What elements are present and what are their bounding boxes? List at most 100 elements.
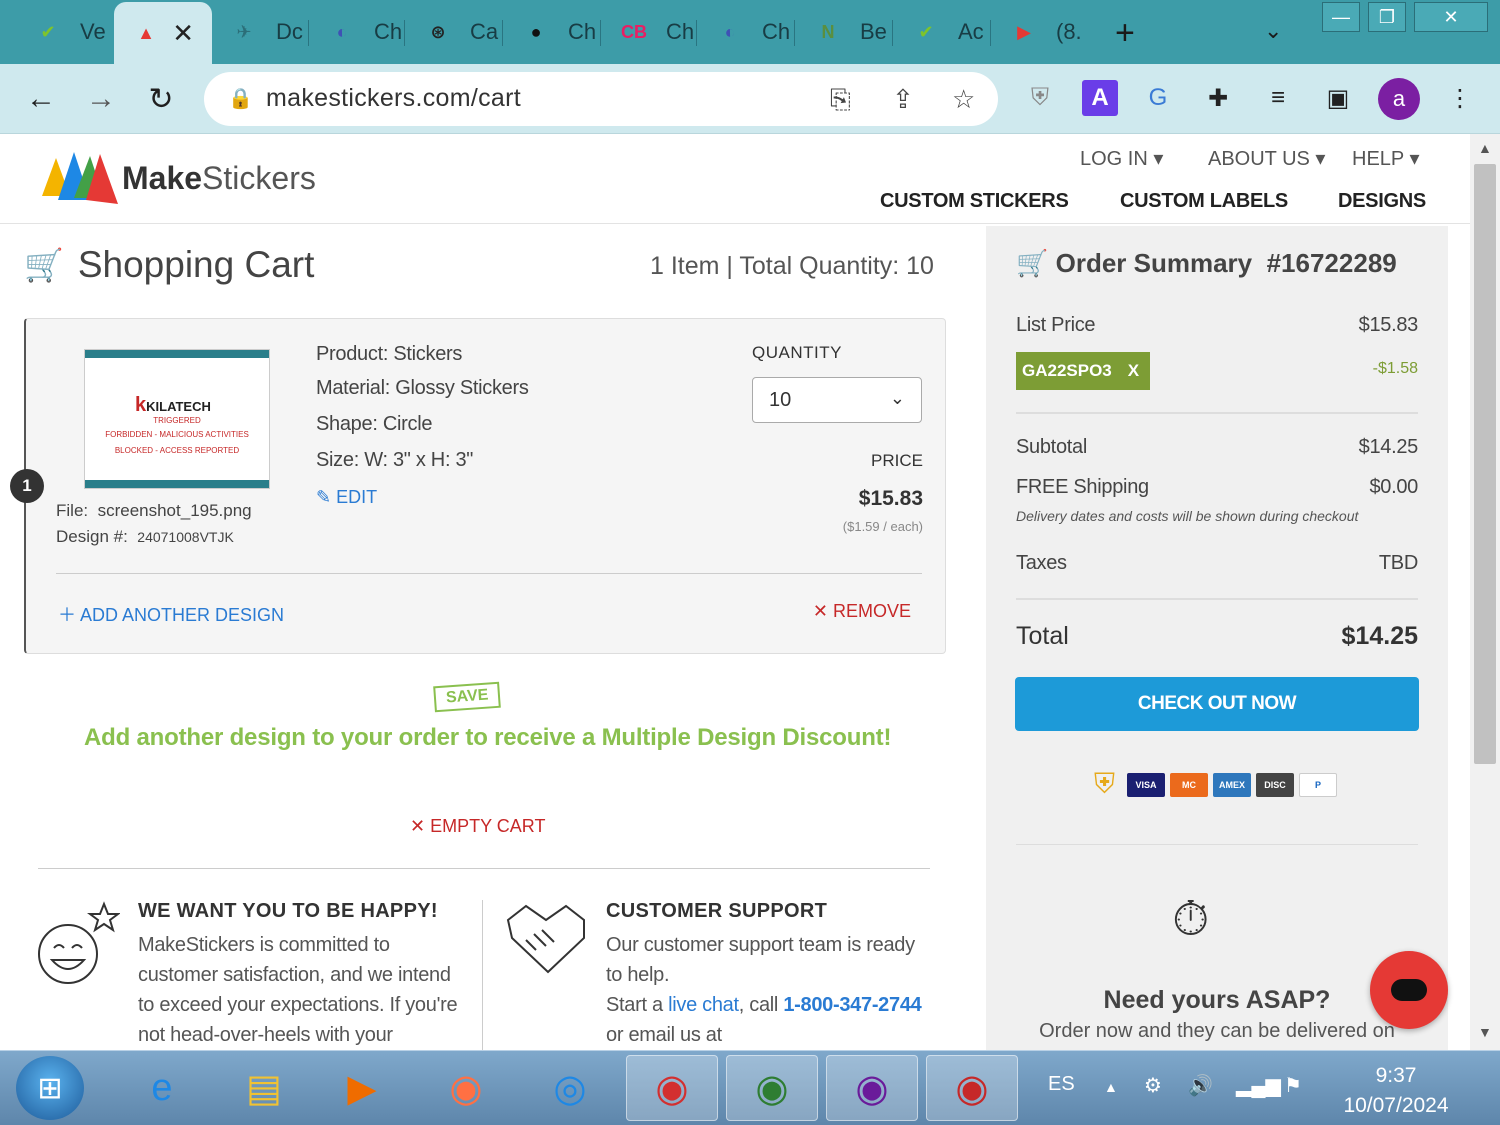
browser-tab[interactable]: ✔ Ac (894, 8, 990, 56)
phone-link[interactable]: 1-800-347-2744 (783, 994, 921, 1016)
network-error-icon[interactable]: ⚙ (1144, 1073, 1162, 1098)
secure-shield-icon: ⛨ (1094, 768, 1116, 799)
chrome-profile-f-icon[interactable]: ◉ (926, 1055, 1018, 1121)
live-chat-link[interactable]: live chat (668, 994, 739, 1016)
coupon-badge: GA22SPO3 X (1016, 352, 1150, 390)
file-explorer-icon[interactable]: ▤ (218, 1055, 310, 1121)
new-tab-button[interactable]: + (1115, 14, 1135, 53)
volume-icon[interactable]: 🔊 (1188, 1073, 1213, 1098)
payment-methods: ⛨ VISA MC AMEX DISC P (1094, 768, 1342, 801)
tab-title: Ca (470, 19, 499, 44)
address-bar[interactable]: 🔒 makestickers.com/cart ⎘ ⇪ ☆ (204, 72, 998, 126)
bookmark-star-icon[interactable]: ☆ (952, 84, 975, 115)
reading-list-icon[interactable]: ≡ (1260, 80, 1296, 116)
empty-cart-button[interactable]: ✕ EMPTY CART (410, 816, 545, 837)
remove-coupon-button[interactable]: X (1128, 361, 1139, 381)
top-nav-item[interactable]: LOG IN ▾ (1080, 146, 1163, 171)
tab-separator (404, 20, 405, 46)
tab-title: Dc (276, 19, 303, 44)
signal-bars-icon[interactable]: ▂▄▆ (1236, 1073, 1281, 1098)
action-center-flag-icon[interactable]: ⚑ (1284, 1073, 1302, 1098)
text-extension-icon[interactable]: A (1082, 80, 1118, 116)
firefox-icon[interactable]: ◉ (420, 1055, 512, 1121)
forward-arrow-icon[interactable]: → (80, 78, 122, 120)
logo-wordmark[interactable]: MakeStickers (122, 160, 316, 197)
shield-extension-icon[interactable]: ⛨ (1022, 80, 1058, 116)
asap-text: Order now and they can be delivered on (1039, 1020, 1395, 1042)
checkout-button[interactable]: CHECK OUT NOW (1015, 677, 1419, 731)
chrome-profile-a-icon[interactable]: ◉ (826, 1055, 918, 1121)
browser-tab[interactable]: CB Ch (602, 8, 698, 56)
file-name: File: screenshot_195.png (56, 501, 252, 520)
translate-icon[interactable]: ⎘ (830, 84, 851, 116)
back-arrow-icon[interactable]: ← (20, 78, 62, 120)
scroll-thumb[interactable] (1474, 164, 1496, 764)
divider (482, 900, 483, 1050)
menu-dots-icon[interactable]: ⋮ (1442, 80, 1478, 116)
tray-expand-icon[interactable]: ▲ (1104, 1079, 1118, 1095)
chrome-profile-h-icon[interactable]: ◉ (626, 1055, 718, 1121)
happy-face-icon (38, 901, 120, 984)
design-thumbnail[interactable]: kKILATECH TRIGGERED FORBIDDEN - MALICIOU… (84, 349, 270, 489)
cart-icon: 🛒 (1016, 248, 1049, 278)
browser-tab[interactable]: ● Ch (504, 8, 600, 56)
quantity-select[interactable]: 10 ⌄ (752, 377, 922, 423)
close-icon: ✕ (410, 816, 426, 836)
shipping-row: FREE Shipping $0.00 (1016, 476, 1418, 498)
share-icon[interactable]: ⇪ (892, 84, 914, 115)
browser-tab[interactable]: ▲ ✕ (114, 2, 212, 64)
tab-search-chevron-icon[interactable]: ⌄ (1264, 18, 1282, 44)
multi-design-promo: Add another design to your order to rece… (84, 724, 892, 751)
main-nav-item[interactable]: DESIGNS (1338, 190, 1426, 213)
media-player-icon[interactable]: ▶ (316, 1055, 408, 1121)
chat-widget-button[interactable] (1370, 951, 1448, 1029)
extensions-puzzle-icon[interactable]: ✚ (1200, 80, 1236, 116)
internet-explorer-icon[interactable]: e (116, 1055, 208, 1121)
start-button[interactable]: ⊞ (16, 1056, 84, 1120)
top-nav-item[interactable]: ABOUT US ▾ (1208, 146, 1325, 171)
scroll-up-icon[interactable]: ▲ (1478, 140, 1492, 156)
side-panel-icon[interactable]: ▣ (1320, 80, 1356, 116)
subtotal-row: Subtotal $14.25 (1016, 436, 1418, 458)
chat-bubble-icon (1391, 979, 1427, 1001)
top-nav-item[interactable]: HELP ▾ (1352, 146, 1420, 171)
site-header: MakeStickers LOG IN ▾ ABOUT US ▾ HELP ▾ CU… (0, 134, 1470, 224)
order-summary-title: 🛒 Order Summary #16722289 (1016, 248, 1397, 278)
browser-tab[interactable]: ◐ Ch (310, 8, 406, 56)
restore-button[interactable]: ❐ (1368, 2, 1406, 32)
chrome-profile-e-icon[interactable]: ◉ (726, 1055, 818, 1121)
item-price: $15.83 (858, 487, 923, 510)
makestickers-logo-icon[interactable] (40, 148, 120, 204)
tab-separator (502, 20, 503, 46)
main-nav-item[interactable]: CUSTOM LABELS (1120, 190, 1288, 213)
url-text[interactable]: makestickers.com/cart (266, 84, 521, 113)
system-clock[interactable]: 9:37 10/07/2024 (1338, 1061, 1454, 1121)
language-indicator[interactable]: ES (1048, 1073, 1075, 1096)
tab-title: Ve (80, 19, 106, 44)
add-another-design-button[interactable]: ＋ ADD ANOTHER DESIGN (58, 601, 284, 627)
browser-tab[interactable]: ◐ Ch (698, 8, 794, 56)
browser-tab[interactable]: ▶ (8. (992, 8, 1088, 56)
edit-button[interactable]: ✎ EDIT (316, 487, 377, 508)
n-icon: N (821, 21, 835, 42)
reload-icon[interactable]: ↻ (140, 78, 182, 120)
stopwatch-icon: ⏱ (1172, 893, 1210, 946)
browser-tab[interactable]: ✈ Dc (212, 8, 308, 56)
profile-avatar[interactable]: a (1378, 78, 1420, 120)
edge-icon[interactable]: ◎ (524, 1055, 616, 1121)
remove-item-button[interactable]: ✕ REMOVE (813, 601, 911, 622)
page-scrollbar[interactable]: ▲ ▼ (1470, 134, 1500, 1050)
browser-tab-strip: ✔ Ve ▲ ✕ ✈ Dc ◐ Ch ⊛ Ca ● Ch CB Ch ◐ Ch N Be ✔ Ac ▶ (8. + ⌄ —… (0, 0, 1500, 64)
close-window-button[interactable]: ✕ (1414, 2, 1488, 32)
main-nav-item[interactable]: CUSTOM STICKERS (880, 190, 1069, 213)
scroll-down-icon[interactable]: ▼ (1478, 1024, 1492, 1040)
browser-tab[interactable]: N Be (796, 8, 892, 56)
cart-item-count: 1 Item | Total Quantity: 10 (650, 252, 934, 280)
browser-tab[interactable]: ✔ Ve (16, 8, 112, 56)
close-tab-icon[interactable]: ✕ (172, 18, 194, 49)
minimize-button[interactable]: — (1322, 2, 1360, 32)
browser-tab[interactable]: ⊛ Ca (406, 8, 502, 56)
youtube-icon: ▶ (1017, 21, 1031, 42)
payment-card-icon: P (1299, 772, 1338, 797)
google-translate-icon[interactable]: G (1140, 80, 1176, 116)
